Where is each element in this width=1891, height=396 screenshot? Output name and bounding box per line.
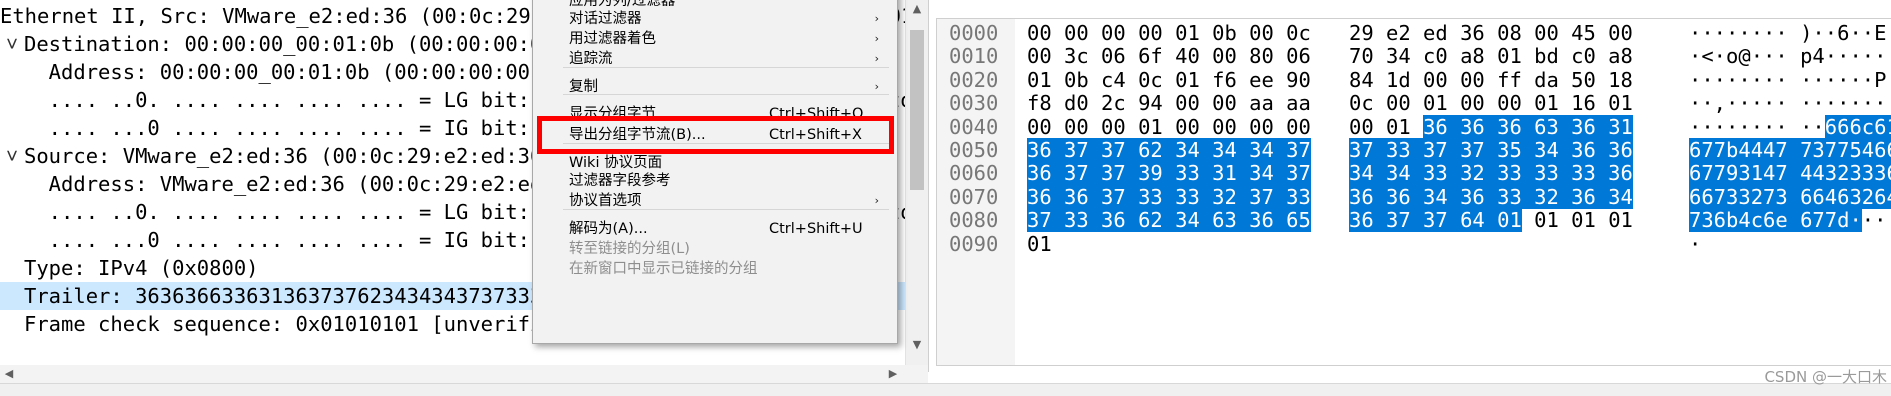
status-bar xyxy=(0,383,1891,396)
menu-separator xyxy=(563,67,889,68)
ascii-text: ·<·o@··· p4······ xyxy=(1689,44,1891,69)
menu-separator xyxy=(563,209,889,210)
ascii-text-selected: 736b4c6e 677d· xyxy=(1689,208,1862,233)
detail-row-text: Frame check sequence: 0x01010101 [unveri… xyxy=(24,312,580,336)
hex-bytes-selected: 36 36 36 63 36 31 xyxy=(1423,114,1633,139)
expander-chevron-icon[interactable]: ˅ xyxy=(0,30,24,58)
details-vertical-scrollbar[interactable]: ▲ ▼ xyxy=(905,0,928,372)
hex-bytes-selected: 37 33 37 37 35 34 36 36 xyxy=(1349,138,1633,162)
ascii-text-selected: 666c61 xyxy=(1824,114,1891,139)
packet-bytes-pane[interactable]: 0000 00 00 00 00 01 0b 00 0c 29 e2 ed 36 0… xyxy=(936,18,1891,366)
submenu-arrow-icon: › xyxy=(874,80,879,93)
detail-row-text: Type: IPv4 (0x0800) xyxy=(24,256,259,280)
hex-bytes: 01 xyxy=(1027,231,1052,256)
ascii-column: · xyxy=(1689,230,1701,258)
ascii-text: ········ ······P· xyxy=(1689,67,1891,92)
hex-bytes-selected: 34 34 33 32 33 33 33 36 xyxy=(1349,161,1633,186)
hex-bytes-selected: 37 33 36 62 34 63 36 65 xyxy=(1027,208,1311,233)
hex-bytes: 01 01 01 xyxy=(1521,208,1633,233)
scroll-left-icon[interactable]: ◀ xyxy=(0,365,18,383)
byte-offset: 0090 xyxy=(949,231,999,256)
menu-separator xyxy=(563,94,889,95)
ascii-text-selected: 67793147 44323336 xyxy=(1689,161,1891,186)
hex-bytes: 00 00 00 01 00 00 00 00 xyxy=(1027,114,1311,139)
hex-row[interactable]: 0090 01 · xyxy=(937,230,1891,258)
ascii-text-selected: 66733273 66463264 xyxy=(1689,184,1891,209)
details-horizontal-scrollbar[interactable]: ◀ ▶ xyxy=(0,365,928,383)
ascii-text-selected: 677b4447 73775466 xyxy=(1689,138,1891,162)
menu-item-label: 复制 xyxy=(569,79,598,95)
scroll-up-icon[interactable]: ▲ xyxy=(906,0,928,18)
hex-bytes: 00 3c 06 6f 40 00 80 06 xyxy=(1027,44,1311,69)
hex-bytes-selected: 36 36 37 33 33 32 37 33 xyxy=(1027,184,1311,209)
scroll-down-icon[interactable]: ▼ xyxy=(906,336,928,354)
hex-bytes: f8 d0 2c 94 00 00 aa aa xyxy=(1027,91,1311,116)
scrollbar-thumb[interactable] xyxy=(910,30,924,190)
hex-bytes: 70 34 c0 a8 01 bd c0 a8 xyxy=(1349,44,1633,69)
detail-row-text: Source: VMware_e2:ed:36 (00:0c:29:e2:ed:… xyxy=(24,144,555,168)
hex-bytes-selected: 36 37 37 39 33 31 34 37 xyxy=(1027,161,1311,186)
expander-chevron-icon[interactable]: ˅ xyxy=(0,142,24,170)
menu-item[interactable]: 复制 › xyxy=(533,75,897,99)
menu-item-label: 在新窗口中显示已链接的分组 xyxy=(569,261,758,277)
hex-bytes: 00 01 xyxy=(1349,114,1424,139)
menu-separator xyxy=(563,143,889,144)
scroll-right-icon[interactable]: ▶ xyxy=(884,365,902,383)
ascii-text: ········ ·· xyxy=(1689,114,1825,139)
ascii-text: ········ )··6··E· xyxy=(1689,21,1891,45)
detail-row-text: Address: 00:00:00_00:01:0b (00:00:00:00:… xyxy=(24,60,617,84)
hex-bytes: 84 1d 00 00 ff da 50 18 xyxy=(1349,67,1633,92)
hex-bytes-selected: 36 37 37 64 01 xyxy=(1349,208,1522,233)
hex-bytes-selected: 36 36 34 36 33 32 36 34 xyxy=(1349,184,1633,209)
hex-bytes: 0c 00 01 00 00 01 16 01 xyxy=(1349,91,1633,116)
byte-group: 01 xyxy=(1027,230,1052,258)
context-menu: 应用为列/过滤器 对话过滤器 › 用过滤器着色 › 追踪流 › 复制 › 显示分组字节... Ctr… xyxy=(532,0,898,344)
hex-bytes: 00 00 00 00 01 0b 00 0c xyxy=(1027,21,1311,45)
hex-bytes: 01 0b c4 0c 01 f6 ee 90 xyxy=(1027,67,1311,92)
ascii-text: ··· xyxy=(1861,208,1891,233)
menu-item: 在新窗口中显示已链接的分组 xyxy=(533,257,897,281)
watermark: CSDN @一大口木 xyxy=(1764,368,1887,386)
hex-bytes-selected: 36 37 37 62 34 34 34 37 xyxy=(1027,138,1311,162)
detail-row-text: Address: VMware_e2:ed:36 (00:0c:29:e2:ed… xyxy=(24,172,592,196)
ascii-text: ··,····· ········ xyxy=(1689,91,1891,116)
hex-bytes: 29 e2 ed 36 08 00 45 00 xyxy=(1349,21,1633,45)
ascii-text: · xyxy=(1689,231,1702,256)
